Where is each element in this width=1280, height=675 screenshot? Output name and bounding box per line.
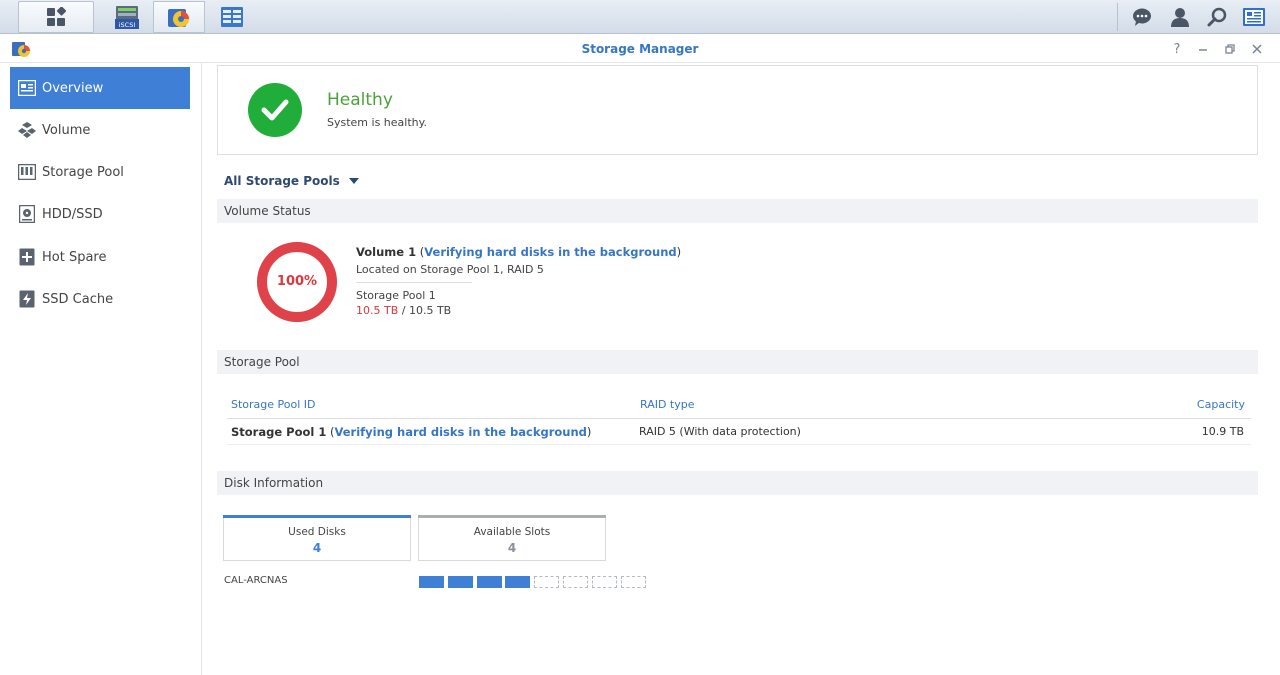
used-disks-count: 4 <box>312 541 322 555</box>
available-slots-count: 4 <box>507 541 517 555</box>
sidebar-item-label: SSD Cache <box>42 291 114 307</box>
volume-capacity-separator: / <box>398 304 409 317</box>
volume-title: Volume 1 (Verifying hard disks in the ba… <box>356 245 681 259</box>
storage-pool-filter-value: All Storage Pools <box>224 174 340 188</box>
taskbar-app-control-panel[interactable] <box>206 1 258 33</box>
sidebar-item-hdd-ssd[interactable]: HDD/SSD <box>10 193 190 235</box>
disk-slot-used[interactable] <box>476 576 502 588</box>
volume-capacity: 10.5 TB / 10.5 TB <box>356 304 451 317</box>
column-header-pool-id[interactable]: Storage Pool ID <box>231 398 316 411</box>
window-title-bar: Storage Manager ? <box>0 35 1280 63</box>
pool-raid-cell: RAID 5 (With data protection) <box>639 425 801 438</box>
sidebar-item-label: Hot Spare <box>42 249 107 265</box>
window-title: Storage Manager <box>581 42 699 56</box>
notifications-button[interactable] <box>1124 0 1160 34</box>
restore-icon <box>1225 44 1235 54</box>
column-header-raid-type[interactable]: RAID type <box>640 398 695 411</box>
volume-status-close-paren: ) <box>676 245 682 259</box>
used-disks-card[interactable]: Used Disks 4 <box>223 515 411 561</box>
disk-slot-used[interactable] <box>447 576 473 588</box>
storage-manager-icon <box>168 9 189 27</box>
svg-text:iSCSI: iSCSI <box>119 21 136 29</box>
close-button[interactable] <box>1248 40 1266 58</box>
storage-manager-logo-icon <box>12 42 30 57</box>
sidebar-item-hot-spare[interactable]: Hot Spare <box>10 236 190 278</box>
sidebar: Overview Volume Storage Pool HDD/SSD Hot… <box>0 63 202 675</box>
user-icon <box>1171 8 1189 27</box>
sidebar-item-label: HDD/SSD <box>42 206 103 222</box>
health-status-title: Healthy <box>327 90 393 110</box>
volume-name: Volume 1 <box>356 245 417 259</box>
hdd-icon <box>18 205 36 223</box>
volume-icon <box>18 121 36 139</box>
volume-location: Located on Storage Pool 1, RAID 5 <box>356 263 544 276</box>
widgets-icon <box>1243 8 1265 26</box>
disk-slot-empty[interactable] <box>534 576 560 588</box>
sidebar-item-volume[interactable]: Volume <box>10 109 190 151</box>
user-button[interactable] <box>1162 0 1198 34</box>
sidebar-item-label: Volume <box>42 122 91 138</box>
disk-slot-empty[interactable] <box>591 576 617 588</box>
overview-icon <box>18 79 36 97</box>
volume-divider <box>356 282 472 283</box>
health-summary-panel: Healthy System is healthy. <box>217 65 1258 155</box>
disk-slot-used[interactable] <box>419 576 444 588</box>
pool-status-link[interactable]: Verifying hard disks in the background <box>334 425 586 439</box>
table-header-divider <box>227 418 1251 419</box>
storage-pool-filter-dropdown[interactable]: All Storage Pools <box>224 174 359 188</box>
table-row-divider <box>227 444 1251 445</box>
taskbar-app-storage-manager[interactable] <box>153 1 205 33</box>
taskbar: iSCSI <box>0 0 1280 34</box>
iscsi-icon: iSCSI <box>115 6 139 29</box>
ssd-cache-icon <box>18 290 36 308</box>
disk-slot-empty[interactable] <box>563 576 588 588</box>
search-icon <box>1207 7 1227 27</box>
disk-slot-empty[interactable] <box>620 576 646 588</box>
sidebar-item-storage-pool[interactable]: Storage Pool <box>10 151 190 193</box>
minimize-icon <box>1199 49 1207 51</box>
health-status-subtitle: System is healthy. <box>327 116 428 129</box>
pool-id: Storage Pool 1 <box>231 425 327 439</box>
grid-icon <box>47 7 66 26</box>
control-panel-icon <box>221 7 243 27</box>
sidebar-item-overview[interactable]: Overview <box>10 67 190 109</box>
storage-pool-icon <box>18 163 36 181</box>
pool-capacity-cell: 10.9 TB <box>1201 425 1244 438</box>
hot-spare-icon <box>18 248 36 266</box>
pool-status-close-paren: ) <box>586 425 592 439</box>
taskbar-app-iscsi[interactable]: iSCSI <box>101 1 153 33</box>
restore-button[interactable] <box>1221 40 1239 58</box>
widgets-button[interactable] <box>1236 0 1272 34</box>
nas-device-name: CAL-ARCNAS <box>224 575 288 586</box>
chat-bubble-icon <box>1133 8 1151 26</box>
checkmark-icon <box>248 83 302 137</box>
volume-total-capacity: 10.5 TB <box>408 304 452 317</box>
available-slots-label: Available Slots <box>473 526 551 538</box>
taskbar-separator <box>1117 3 1118 31</box>
available-slots-accent-bar <box>418 515 606 518</box>
used-disks-label: Used Disks <box>288 526 346 538</box>
pool-id-cell: Storage Pool 1 (Verifying hard disks in … <box>231 425 591 439</box>
minimize-button[interactable] <box>1194 40 1212 58</box>
volume-status-header: Volume Status <box>217 199 1258 223</box>
sidebar-item-label: Overview <box>42 80 104 96</box>
volume-usage-percent: 100% <box>276 274 318 289</box>
search-button[interactable] <box>1199 0 1235 34</box>
volume-used-capacity: 10.5 TB <box>356 304 399 317</box>
column-header-capacity[interactable]: Capacity <box>1150 398 1245 411</box>
disk-slot-used[interactable] <box>505 576 531 588</box>
used-disks-accent-bar <box>223 515 411 518</box>
main-menu-button[interactable] <box>18 1 94 33</box>
available-slots-card[interactable]: Available Slots 4 <box>418 515 606 561</box>
volume-status-link[interactable]: Verifying hard disks in the background <box>424 245 676 259</box>
caret-down-icon <box>348 178 359 184</box>
help-button[interactable]: ? <box>1168 40 1186 58</box>
sidebar-item-ssd-cache[interactable]: SSD Cache <box>10 278 190 320</box>
close-icon <box>1252 44 1262 54</box>
storage-pool-header: Storage Pool <box>217 350 1258 374</box>
help-icon: ? <box>1173 41 1181 57</box>
volume-pool-name: Storage Pool 1 <box>356 289 436 302</box>
disk-information-header: Disk Information <box>217 471 1258 495</box>
sidebar-item-label: Storage Pool <box>42 164 124 180</box>
